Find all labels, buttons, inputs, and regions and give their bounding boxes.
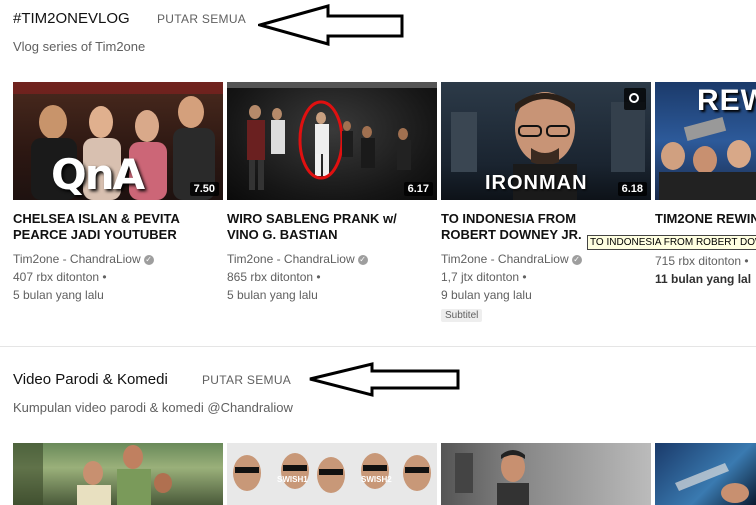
section-description: Kumpulan video parodi & komedi @Chandral…	[13, 400, 293, 415]
section-title[interactable]: #TIM2ONEVLOG	[13, 10, 130, 27]
view-count-text: 407 rbx ditonton	[13, 270, 100, 284]
channel-link[interactable]: Tim2one - ChandraLiow ✓	[227, 250, 368, 268]
duration-badge: 6.17	[403, 182, 433, 196]
section-title[interactable]: Video Parodi & Komedi	[13, 371, 168, 388]
duration-badge: 6.18	[617, 182, 647, 196]
video-thumbnail[interactable]: QnA 7.50	[13, 82, 223, 200]
channel-link[interactable]: Tim2one - ChandraLiow ✓	[441, 250, 582, 268]
view-count: 715 rbx ditonton •	[655, 254, 749, 268]
view-count-text: 865 rbx ditonton	[227, 270, 314, 284]
thumbnail-swish2-text: SWISH2	[361, 475, 392, 484]
view-count: 407 rbx ditonton •	[13, 270, 107, 284]
upload-age-text: 11 bulan yang lal	[655, 272, 752, 286]
video-title-link[interactable]: CHELSEA ISLAN & PEVITA PEARCE JADI YOUTU…	[13, 211, 218, 243]
upload-age: 11 bulan yang lal	[655, 270, 751, 288]
thumbnail-blue-art	[675, 463, 749, 503]
video-thumbnail[interactable]: 6.17	[227, 82, 437, 200]
thumbnail-swish1-text: SWISH1	[277, 475, 308, 484]
view-count-text: 1,7 jtx ditonton	[441, 270, 520, 284]
title-tooltip: TO INDONESIA FROM ROBERT DOWNEY JR.	[587, 235, 756, 250]
video-thumbnail[interactable]	[441, 443, 651, 505]
video-title-line: PEARCE JADI YOUTUBER	[13, 227, 177, 242]
play-all-button[interactable]: PUTAR SEMUA	[202, 373, 291, 387]
video-title-line: VINO G. BASTIAN	[227, 227, 338, 242]
video-thumbnail[interactable]	[655, 443, 756, 505]
video-title-line: TIM2ONE REWIN	[655, 211, 756, 226]
section-divider	[0, 346, 756, 347]
verified-icon: ✓	[571, 254, 582, 265]
video-title-line: TO INDONESIA FROM	[441, 211, 577, 226]
verified-icon: ✓	[143, 254, 154, 265]
subtitle-badge: Subtitel	[441, 305, 483, 323]
video-title-link[interactable]: WIRO SABLENG PRANK w/ VINO G. BASTIAN	[227, 211, 432, 243]
video-title-link[interactable]: TIM2ONE REWIN	[655, 211, 756, 227]
view-count: 1,7 jtx ditonton •	[441, 270, 527, 284]
upload-age: 5 bulan yang lalu	[227, 288, 318, 302]
channel-name: Tim2one - ChandraLiow	[441, 252, 569, 266]
view-count-text: 715 rbx ditonton	[655, 254, 742, 268]
upload-age: 5 bulan yang lalu	[13, 288, 104, 302]
thumbnail-suit-art	[455, 450, 529, 505]
channel-link[interactable]: Tim2one - ChandraLiow ✓	[13, 250, 154, 268]
video-thumbnail[interactable]: REW	[655, 82, 756, 200]
video-title-line: CHELSEA ISLAN & PEVITA	[13, 211, 180, 226]
thumbnail-ironman-text: IRONMAN	[485, 172, 588, 194]
watch-later-icon[interactable]	[624, 88, 646, 110]
thumbnail-swish-art	[233, 453, 431, 493]
view-count: 865 rbx ditonton •	[227, 270, 321, 284]
verified-icon: ✓	[357, 254, 368, 265]
subtitle-badge-label: Subtitel	[441, 309, 483, 322]
video-thumbnail[interactable]: SWISH1 SWISH2	[227, 443, 437, 505]
thumbnail-qna-text: QnA	[51, 150, 145, 199]
arrow-annotation	[258, 4, 404, 46]
video-thumbnail[interactable]	[13, 443, 223, 505]
video-title-line: WIRO SABLENG PRANK w/	[227, 211, 397, 226]
upload-age: 9 bulan yang lalu	[441, 288, 532, 302]
duration-badge: 7.50	[189, 182, 219, 196]
play-all-button[interactable]: PUTAR SEMUA	[157, 12, 246, 26]
thumbnail-rewind-text: REW	[697, 84, 756, 117]
channel-name: Tim2one - ChandraLiow	[13, 252, 141, 266]
arrow-annotation	[309, 362, 460, 397]
thumbnail-comedy-art	[13, 443, 172, 505]
video-thumbnail[interactable]: IRONMAN 6.18	[441, 82, 651, 200]
channel-name: Tim2one - ChandraLiow	[227, 252, 355, 266]
section-description: Vlog series of Tim2one	[13, 39, 146, 54]
